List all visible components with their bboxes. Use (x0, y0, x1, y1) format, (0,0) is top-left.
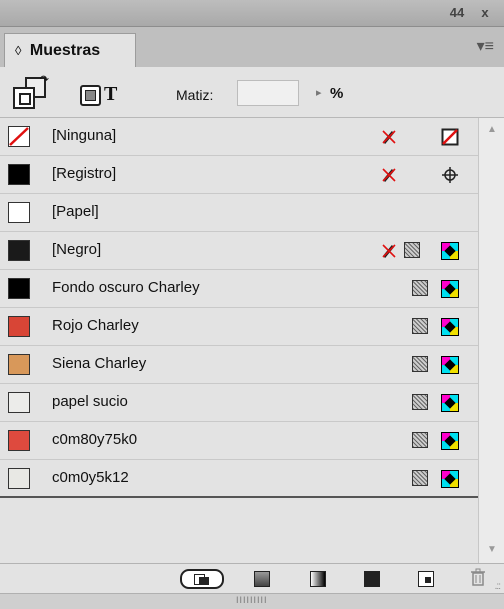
no-edit-icon (382, 168, 396, 182)
swatch-row[interactable]: [Negro] (0, 232, 478, 270)
registration-icon (442, 167, 458, 183)
swatch-name: Rojo Charley (52, 317, 139, 334)
swatch-list-scrollbar[interactable]: ▲ ▼ (478, 118, 504, 563)
swatch-name: [Papel] (52, 203, 99, 220)
none-swatch-icon (441, 128, 459, 146)
formatting-text-button[interactable]: T (104, 83, 117, 106)
swatch-color (8, 240, 30, 261)
process-color-icon (404, 242, 422, 260)
close-panel-button[interactable]: x (476, 4, 494, 22)
panel-menu-icon[interactable]: ▾≡ (477, 36, 494, 56)
drag-handle-icon[interactable]: IIIIIIIII (236, 595, 268, 605)
collapse-panel-button[interactable]: 44 (448, 4, 466, 22)
swatch-row[interactable]: c0m0y5k12 (0, 460, 478, 498)
process-color-icon (412, 432, 430, 450)
swatch-row[interactable]: Siena Charley (0, 346, 478, 384)
swatch-name: c0m80y75k0 (52, 431, 138, 448)
delete-swatch-button[interactable] (470, 568, 488, 586)
swatch-color (8, 354, 30, 375)
resize-grip-icon[interactable]: .:: (495, 581, 501, 592)
tint-input[interactable] (237, 80, 299, 106)
show-color-swatches-button[interactable] (254, 571, 270, 587)
no-edit-icon (382, 244, 396, 258)
tab-muestras[interactable]: ◊ Muestras (4, 33, 136, 67)
process-color-icon (412, 318, 430, 336)
swatch-row[interactable]: Fondo oscuro Charley (0, 270, 478, 308)
swatch-color (8, 392, 30, 413)
trash-icon (471, 568, 485, 586)
panel-bottom-bar: .:: (0, 563, 504, 594)
swatch-row[interactable]: papel sucio (0, 384, 478, 422)
cmyk-mode-icon (441, 432, 459, 450)
panel-tab-row: ◊ Muestras (0, 27, 504, 68)
process-color-icon (412, 356, 430, 374)
cmyk-mode-icon (441, 318, 459, 336)
swatch-color (8, 316, 30, 337)
swatch-row[interactable]: [Ninguna] (0, 118, 478, 156)
formatting-container-icon[interactable] (80, 85, 101, 106)
swatch-row[interactable]: [Registro] (0, 156, 478, 194)
show-all-swatches-button[interactable] (180, 569, 224, 589)
status-bar: IIIIIIIII (0, 593, 504, 609)
swatch-color (8, 202, 30, 223)
swatch-color (8, 164, 30, 185)
cmyk-mode-icon (441, 280, 459, 298)
swatch-name: [Negro] (52, 241, 102, 258)
scroll-down-icon[interactable]: ▼ (487, 544, 497, 555)
cmyk-mode-icon (441, 394, 459, 412)
tab-options-icon: ◊ (15, 43, 22, 58)
swatch-name: [Registro] (52, 165, 117, 182)
swatch-row[interactable]: Rojo Charley (0, 308, 478, 346)
show-gradient-swatches-button[interactable] (310, 571, 326, 587)
tab-label: Muestras (29, 42, 101, 59)
cmyk-mode-icon (441, 356, 459, 374)
swatch-name: [Ninguna] (52, 127, 117, 144)
process-color-icon (412, 280, 430, 298)
swatch-color-none (8, 126, 30, 147)
swatch-row[interactable]: [Papel] (0, 194, 478, 232)
new-swatch-button[interactable] (418, 571, 434, 587)
swap-arrow-icon[interactable]: ↷ (40, 73, 49, 86)
swatch-row[interactable]: c0m80y75k0 (0, 422, 478, 460)
swatch-color (8, 430, 30, 451)
swatch-color (8, 468, 30, 489)
tint-slider-arrow-icon[interactable]: ▸ (316, 86, 322, 99)
swatch-color (8, 278, 30, 299)
swatch-name: Siena Charley (52, 355, 147, 372)
tint-label: Matiz: (176, 87, 214, 103)
no-edit-icon (382, 130, 396, 144)
tint-unit: % (330, 85, 344, 102)
show-solid-swatches-button[interactable] (364, 571, 380, 587)
swatch-name: Fondo oscuro Charley (52, 279, 200, 296)
swatch-toolbar: ↷ T Matiz: ▸ % (0, 67, 504, 118)
swatch-name: c0m0y5k12 (52, 469, 129, 486)
scroll-up-icon[interactable]: ▲ (487, 124, 497, 135)
swatch-list: [Ninguna] [Registro] [Papel] [Negro] Fon… (0, 118, 478, 563)
process-color-icon (412, 394, 430, 412)
cmyk-mode-icon (441, 470, 459, 488)
cmyk-mode-icon (441, 242, 459, 260)
fill-stroke-icon[interactable]: ↷ (13, 74, 49, 109)
panel-title-bar: 44 x (0, 0, 504, 27)
process-color-icon (412, 470, 430, 488)
swatch-name: papel sucio (52, 393, 128, 410)
